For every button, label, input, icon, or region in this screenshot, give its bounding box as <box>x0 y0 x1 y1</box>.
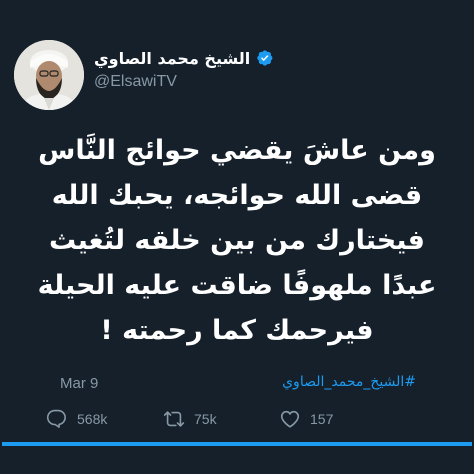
tweet-line: فيختارك من بين خلقه لتُغيث <box>49 225 425 256</box>
retweet-count: 75k <box>194 411 217 427</box>
like-button[interactable]: 157 <box>279 408 333 430</box>
tweet-line: عبدًا ملهوفًا ضاقت عليه الحيلة <box>37 270 437 301</box>
like-count: 157 <box>310 411 334 427</box>
avatar-image <box>14 40 84 110</box>
author-name-row[interactable]: الشيخ محمد الصاوي <box>94 46 274 70</box>
tweet-actions: 568k 75k 157 <box>0 408 474 434</box>
author-name[interactable]: الشيخ محمد الصاوي <box>94 49 250 68</box>
author-handle[interactable]: @ElsawiTV <box>94 73 177 91</box>
verified-badge-icon <box>257 50 273 66</box>
reply-button[interactable]: 568k <box>46 408 107 430</box>
heart-icon <box>280 410 300 428</box>
tweet-date[interactable]: Mar 9 <box>60 375 98 392</box>
tweet-line: ومن عاشَ يقضي حوائج النَّاس <box>38 135 436 166</box>
reply-icon <box>46 409 66 428</box>
hashtag-link[interactable]: #الشيخ_محمد_الصاوي <box>282 374 416 390</box>
accent-bar <box>2 442 472 446</box>
retweet-button[interactable]: 75k <box>163 408 217 430</box>
tweet-line: قضى الله حوائجه، يحبك الله <box>51 180 423 211</box>
tweet-text: ومن عاشَ يقضي حوائج النَّاس قضى الله حوا… <box>0 128 474 358</box>
reply-count: 568k <box>77 411 108 427</box>
avatar[interactable] <box>14 40 84 110</box>
tweet-line: فيرحمك كما رحمته ! <box>100 315 374 346</box>
retweet-icon <box>163 411 185 427</box>
